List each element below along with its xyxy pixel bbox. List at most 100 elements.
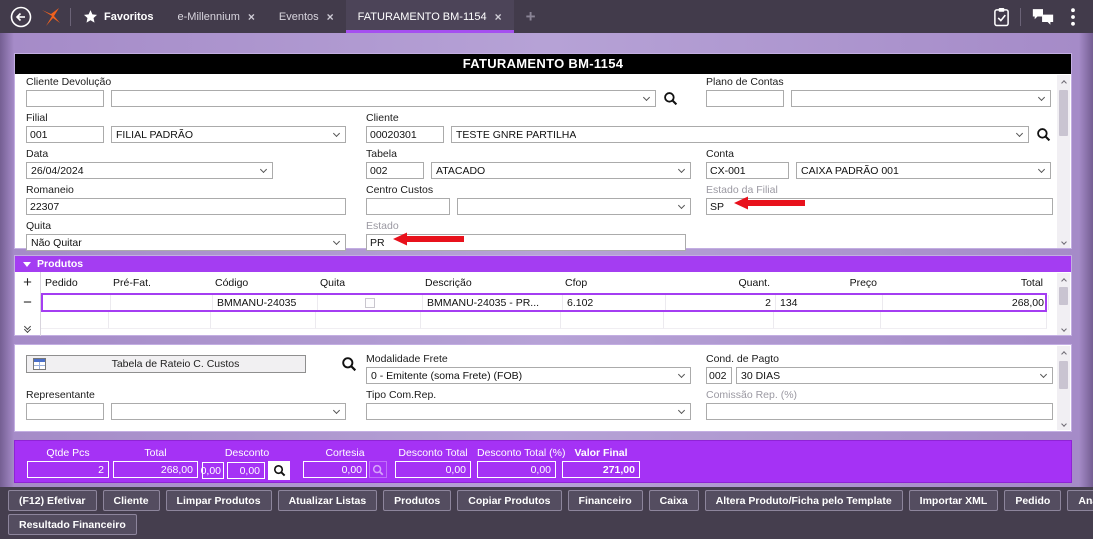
cell-descricao[interactable]: BMMANU-24035 - PR... [423,295,563,310]
scroll-up-button[interactable] [1057,346,1070,359]
scroll-down-button[interactable] [1057,235,1070,248]
cliente-devolucao-code-input[interactable] [26,90,104,107]
field-cliente: Cliente TESTE GNRE PARTILHA [366,112,1051,143]
desconto-search-button[interactable] [268,461,290,480]
close-icon[interactable]: × [327,11,334,23]
produtos-scrollbar[interactable] [1057,273,1070,335]
efetivar-button[interactable]: (F12) Efetivar [8,490,97,511]
search-icon[interactable] [1036,127,1051,142]
new-tab-button[interactable]: + [514,7,548,27]
tabela-select[interactable]: ATACADO [431,162,691,179]
pedido-button[interactable]: Pedido [1004,490,1062,511]
chevron-down-icon [677,370,686,379]
col-total[interactable]: Total [881,272,1047,293]
quita-select[interactable]: Não Quitar [26,234,346,251]
tab-faturamento[interactable]: FATURAMENTO BM-1154 × [345,0,514,33]
tabela-code-input[interactable] [366,162,424,179]
messages-button[interactable] [1025,7,1061,26]
financeiro-button[interactable]: Financeiro [567,490,643,511]
desconto-value-input[interactable]: 0,00 [201,462,224,479]
tab-e-millennium[interactable]: e-Millennium × [166,0,267,33]
scroll-up-button[interactable] [1057,75,1070,88]
favorites-button[interactable]: Favoritos [75,9,166,24]
filial-code-input[interactable] [26,126,104,143]
centro-custos-code-input[interactable] [366,198,450,215]
produtos-section-header[interactable]: Produtos [15,256,1071,272]
col-pedido[interactable]: Pedido [41,272,109,293]
cell-pre-fat[interactable] [111,295,213,310]
col-cfop[interactable]: Cfop [561,272,664,293]
col-codigo[interactable]: Código [211,272,316,293]
close-icon[interactable]: × [495,11,502,23]
produto-row-empty[interactable] [41,312,1047,329]
tab-eventos[interactable]: Eventos × [267,0,346,33]
cell-codigo[interactable]: BMMANU-24035 [213,295,318,310]
atualizar-listas-button[interactable]: Atualizar Listas [277,490,378,511]
filial-select[interactable]: FILIAL PADRÃO [111,126,346,143]
tipo-com-rep-select[interactable] [366,403,691,420]
altera-produto-template-button[interactable]: Altera Produto/Ficha pelo Template [704,490,903,511]
col-quita[interactable]: Quita [316,272,421,293]
centro-custos-select[interactable] [457,198,691,215]
scroll-up-button[interactable] [1057,273,1070,286]
millennium-logo-icon[interactable] [36,6,66,28]
scrollbar-thumb[interactable] [1059,90,1068,136]
comissao-rep-input[interactable] [706,403,1053,420]
scroll-down-button[interactable] [1057,322,1070,335]
cliente-code-input[interactable] [366,126,444,143]
plano-contas-select[interactable] [791,90,1051,107]
rateio-button[interactable]: Tabela de Rateio C. Custos [26,355,306,373]
close-icon[interactable]: × [248,11,255,23]
produtos-button[interactable]: Produtos [383,490,452,511]
modalidade-frete-select[interactable]: 0 - Emitente (soma Frete) (FOB) [366,367,691,384]
col-pre-fat[interactable]: Pré-Fat. [109,272,211,293]
romaneio-input[interactable] [26,198,346,215]
remove-row-button[interactable]: − [15,292,41,312]
cell-pedido[interactable] [43,295,111,310]
cliente-button[interactable]: Cliente [102,490,160,511]
quita-checkbox[interactable] [365,297,375,308]
cell-quita[interactable] [318,295,423,310]
form-scrollbar[interactable] [1057,75,1070,248]
analise-credito-button[interactable]: Análise de Crédito [1067,490,1093,511]
search-icon[interactable] [341,356,357,372]
search-icon[interactable] [663,91,678,106]
scroll-down-button[interactable] [1057,417,1070,430]
cell-total[interactable]: 268,00 [883,295,1049,310]
back-button[interactable] [6,5,36,29]
plano-contas-code-input[interactable] [706,90,784,107]
data-select[interactable]: 26/04/2024 [26,162,273,179]
clipboard-button[interactable] [986,7,1016,27]
copiar-produtos-button[interactable]: Copiar Produtos [457,490,562,511]
scrollbar-thumb[interactable] [1059,361,1068,389]
add-row-button[interactable]: + [15,272,41,292]
menu-button[interactable] [1061,7,1085,26]
produto-row-selected[interactable]: BMMANU-24035 BMMANU-24035 - PR... 6.102 … [41,293,1049,312]
limpar-produtos-button[interactable]: Limpar Produtos [165,490,272,511]
move-to-bottom-button[interactable] [15,320,41,336]
cond-pagto-code-input[interactable] [706,367,732,384]
cliente-label: Cliente [366,112,399,124]
detalhes-scrollbar[interactable] [1057,346,1070,430]
cell-preco[interactable]: 134 [776,295,883,310]
col-preco[interactable]: Preço [774,272,881,293]
cond-pagto-select[interactable]: 30 DIAS [736,367,1053,384]
representante-select[interactable] [111,403,346,420]
resultado-financeiro-button[interactable]: Resultado Financeiro [8,514,137,535]
caixa-button[interactable]: Caixa [648,490,699,511]
chevron-down-icon [1037,165,1046,174]
cortesia-input[interactable]: 0,00 [303,461,367,478]
cliente-devolucao-select[interactable] [111,90,656,107]
conta-code-input[interactable] [706,162,789,179]
col-descricao[interactable]: Descrição [421,272,561,293]
cliente-select[interactable]: TESTE GNRE PARTILHA [451,126,1029,143]
col-quant[interactable]: Quant. [664,272,774,293]
desconto-pct-input[interactable]: 0,00 [227,462,265,479]
conta-select[interactable]: CAIXA PADRÃO 001 [796,162,1051,179]
qtde-pcs-group: Qtde Pcs 2 [27,447,109,478]
cell-quant[interactable]: 2 [666,295,776,310]
representante-code-input[interactable] [26,403,104,420]
scrollbar-thumb[interactable] [1059,287,1068,305]
cell-cfop[interactable]: 6.102 [563,295,666,310]
importar-xml-button[interactable]: Importar XML [908,490,999,511]
